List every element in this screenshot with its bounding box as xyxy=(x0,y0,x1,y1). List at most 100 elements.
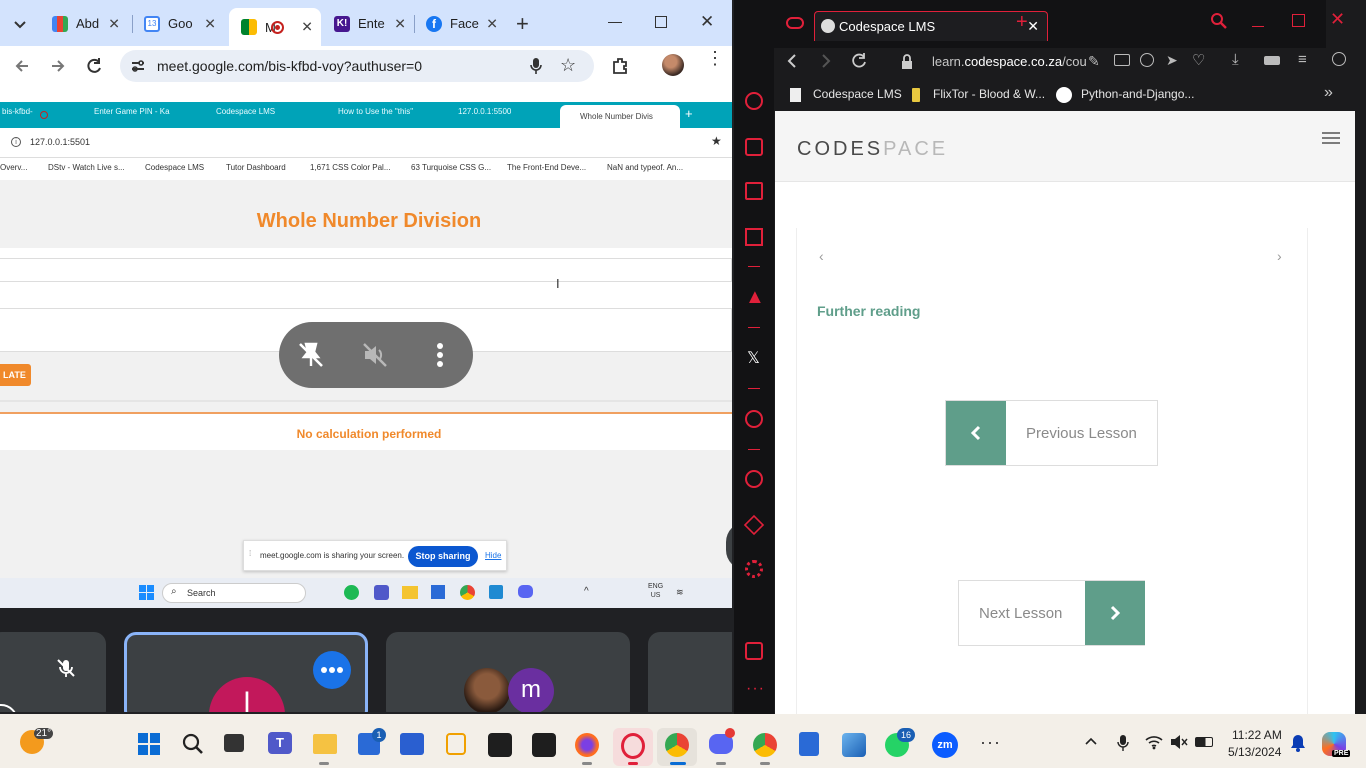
account-icon[interactable] xyxy=(1332,52,1346,66)
more-dots-icon[interactable]: ··· xyxy=(746,680,765,698)
opera-icon[interactable] xyxy=(621,733,645,759)
new-tab-button[interactable]: + xyxy=(516,11,529,37)
taskbar-search-label: Search xyxy=(187,588,216,598)
teams-taskbar-icon[interactable]: T xyxy=(268,732,292,754)
aria-icon[interactable]: ▲ xyxy=(745,287,765,307)
more-options-button[interactable] xyxy=(313,651,351,689)
tab-gmail[interactable]: Abd ✕ xyxy=(40,9,128,38)
close-icon[interactable]: ✕ xyxy=(486,15,498,32)
settings-gear-icon[interactable] xyxy=(745,560,763,578)
camera-icon[interactable] xyxy=(1114,54,1130,66)
minimize-button[interactable] xyxy=(608,22,622,23)
app-icon-yellow[interactable] xyxy=(446,733,466,755)
cpu-icon[interactable] xyxy=(745,228,763,246)
new-tab-button[interactable]: + xyxy=(1016,11,1028,34)
reload-button[interactable] xyxy=(850,52,868,70)
carousel-prev-icon[interactable]: ‹ xyxy=(819,248,824,264)
bookmark-item[interactable]: FlixTor - Blood & W... xyxy=(933,87,1045,101)
bookmark-star-icon[interactable]: ☆ xyxy=(560,55,576,76)
task-view-button[interactable] xyxy=(224,734,244,752)
menu-kebab-icon[interactable]: ⋮ xyxy=(706,49,724,67)
speed-dial-icon[interactable] xyxy=(745,92,763,110)
minimize-button[interactable] xyxy=(1252,26,1264,27)
cube-icon[interactable] xyxy=(743,514,765,536)
back-button[interactable] xyxy=(12,56,32,76)
profile-avatar[interactable] xyxy=(662,54,684,76)
search-button[interactable] xyxy=(181,732,205,756)
firefox-icon[interactable] xyxy=(575,733,599,757)
omnibox[interactable]: meet.google.com/bis-kfbd-voy?authuser=0 … xyxy=(120,50,594,82)
figma-icon[interactable] xyxy=(488,733,512,757)
app-icon-blue[interactable] xyxy=(400,733,424,755)
gamepad-icon[interactable] xyxy=(786,17,804,29)
hamburger-menu-icon[interactable] xyxy=(1322,131,1340,145)
extensions-icon[interactable] xyxy=(610,56,630,76)
codespace-logo[interactable]: CODESPACE xyxy=(797,138,948,161)
close-window-button[interactable]: ✕ xyxy=(1330,9,1345,30)
edit-icon[interactable]: ✎ xyxy=(1088,53,1100,70)
twitch-icon[interactable] xyxy=(745,182,763,200)
close-icon[interactable]: ✕ xyxy=(1027,18,1039,35)
close-icon[interactable]: ✕ xyxy=(394,15,406,32)
zoom-icon[interactable]: zm xyxy=(932,732,958,758)
tab-google-meet[interactable]: M ✕ xyxy=(229,8,321,46)
clock-date[interactable]: 5/13/2024 xyxy=(1228,745,1281,759)
tab-label: Abd xyxy=(76,16,100,31)
chevron-up-icon: ^ xyxy=(584,586,589,597)
player-icon[interactable] xyxy=(745,410,763,428)
tab-facebook[interactable]: f Face ✕ xyxy=(414,9,506,38)
tab-google-calendar[interactable]: 13 Goo ✕ xyxy=(132,9,224,38)
chrome-profile-icon[interactable] xyxy=(753,733,777,757)
bookmark-item[interactable]: Codespace LMS xyxy=(813,87,902,101)
microphone-icon[interactable] xyxy=(528,57,544,75)
codespace-page: CODESPACE ‹ › Further reading Previous L… xyxy=(775,111,1355,714)
battery-icon[interactable] xyxy=(1264,56,1280,65)
forward-button[interactable] xyxy=(48,56,68,76)
chrome-icon[interactable] xyxy=(665,733,689,757)
wifi-icon[interactable] xyxy=(1145,734,1163,750)
tab-codespace-lms[interactable]: Codespace LMS ✕ xyxy=(814,11,1048,41)
file-explorer-icon[interactable] xyxy=(313,734,337,754)
next-lesson-button[interactable]: Next Lesson xyxy=(958,580,1145,646)
volume-muted-icon[interactable] xyxy=(1170,734,1188,750)
further-reading-heading: Further reading xyxy=(817,303,921,319)
more-apps-icon[interactable]: ··· xyxy=(980,732,1001,753)
back-button[interactable] xyxy=(784,52,800,70)
opera-url[interactable]: learn.codespace.co.za/cou xyxy=(932,54,1087,69)
bookmark-item[interactable]: Python-and-Django... xyxy=(1081,87,1194,101)
more-bookmarks-icon[interactable]: » xyxy=(1324,84,1333,102)
tab-kahoot[interactable]: K! Ente ✕ xyxy=(322,9,414,38)
github-desktop-icon[interactable] xyxy=(532,733,556,757)
maximize-button[interactable] xyxy=(655,16,667,28)
forward-button[interactable] xyxy=(818,52,834,70)
start-button[interactable] xyxy=(138,733,160,755)
microphone-icon[interactable] xyxy=(1117,734,1129,752)
notepad-icon[interactable] xyxy=(799,732,819,756)
close-window-button[interactable]: ✕ xyxy=(700,12,714,32)
maximize-button[interactable] xyxy=(1292,14,1305,27)
reload-button[interactable] xyxy=(84,56,104,76)
shopping-bag-icon[interactable] xyxy=(745,138,763,156)
close-icon[interactable]: ✕ xyxy=(204,15,216,32)
close-icon[interactable]: ✕ xyxy=(301,19,313,36)
x-twitter-icon[interactable]: 𝕏 xyxy=(747,348,760,368)
easy-setup-icon[interactable]: ≡ xyxy=(1298,51,1307,68)
tab-search-button[interactable] xyxy=(10,14,30,34)
photos-icon[interactable] xyxy=(842,733,866,757)
lock-icon[interactable] xyxy=(900,54,914,70)
notification-bell-icon[interactable] xyxy=(1290,734,1306,752)
download-icon[interactable]: ⤓ xyxy=(1232,51,1239,68)
heart-icon[interactable]: ♡ xyxy=(1192,51,1205,69)
close-icon[interactable]: ✕ xyxy=(108,15,120,32)
send-icon[interactable]: ➤ xyxy=(1166,52,1178,69)
carousel-next-icon[interactable]: › xyxy=(1277,248,1282,264)
battery-icon[interactable] xyxy=(1195,737,1213,747)
block-icon[interactable] xyxy=(1140,53,1154,67)
clock-time[interactable]: 11:22 AM xyxy=(1232,728,1282,742)
previous-lesson-button[interactable]: Previous Lesson xyxy=(945,400,1158,466)
gallery-icon[interactable] xyxy=(745,642,763,660)
search-tabs-icon[interactable] xyxy=(1210,12,1228,30)
site-settings-icon[interactable] xyxy=(130,58,146,74)
tray-chevron-up-icon[interactable] xyxy=(1084,736,1098,746)
history-icon[interactable] xyxy=(745,470,763,488)
